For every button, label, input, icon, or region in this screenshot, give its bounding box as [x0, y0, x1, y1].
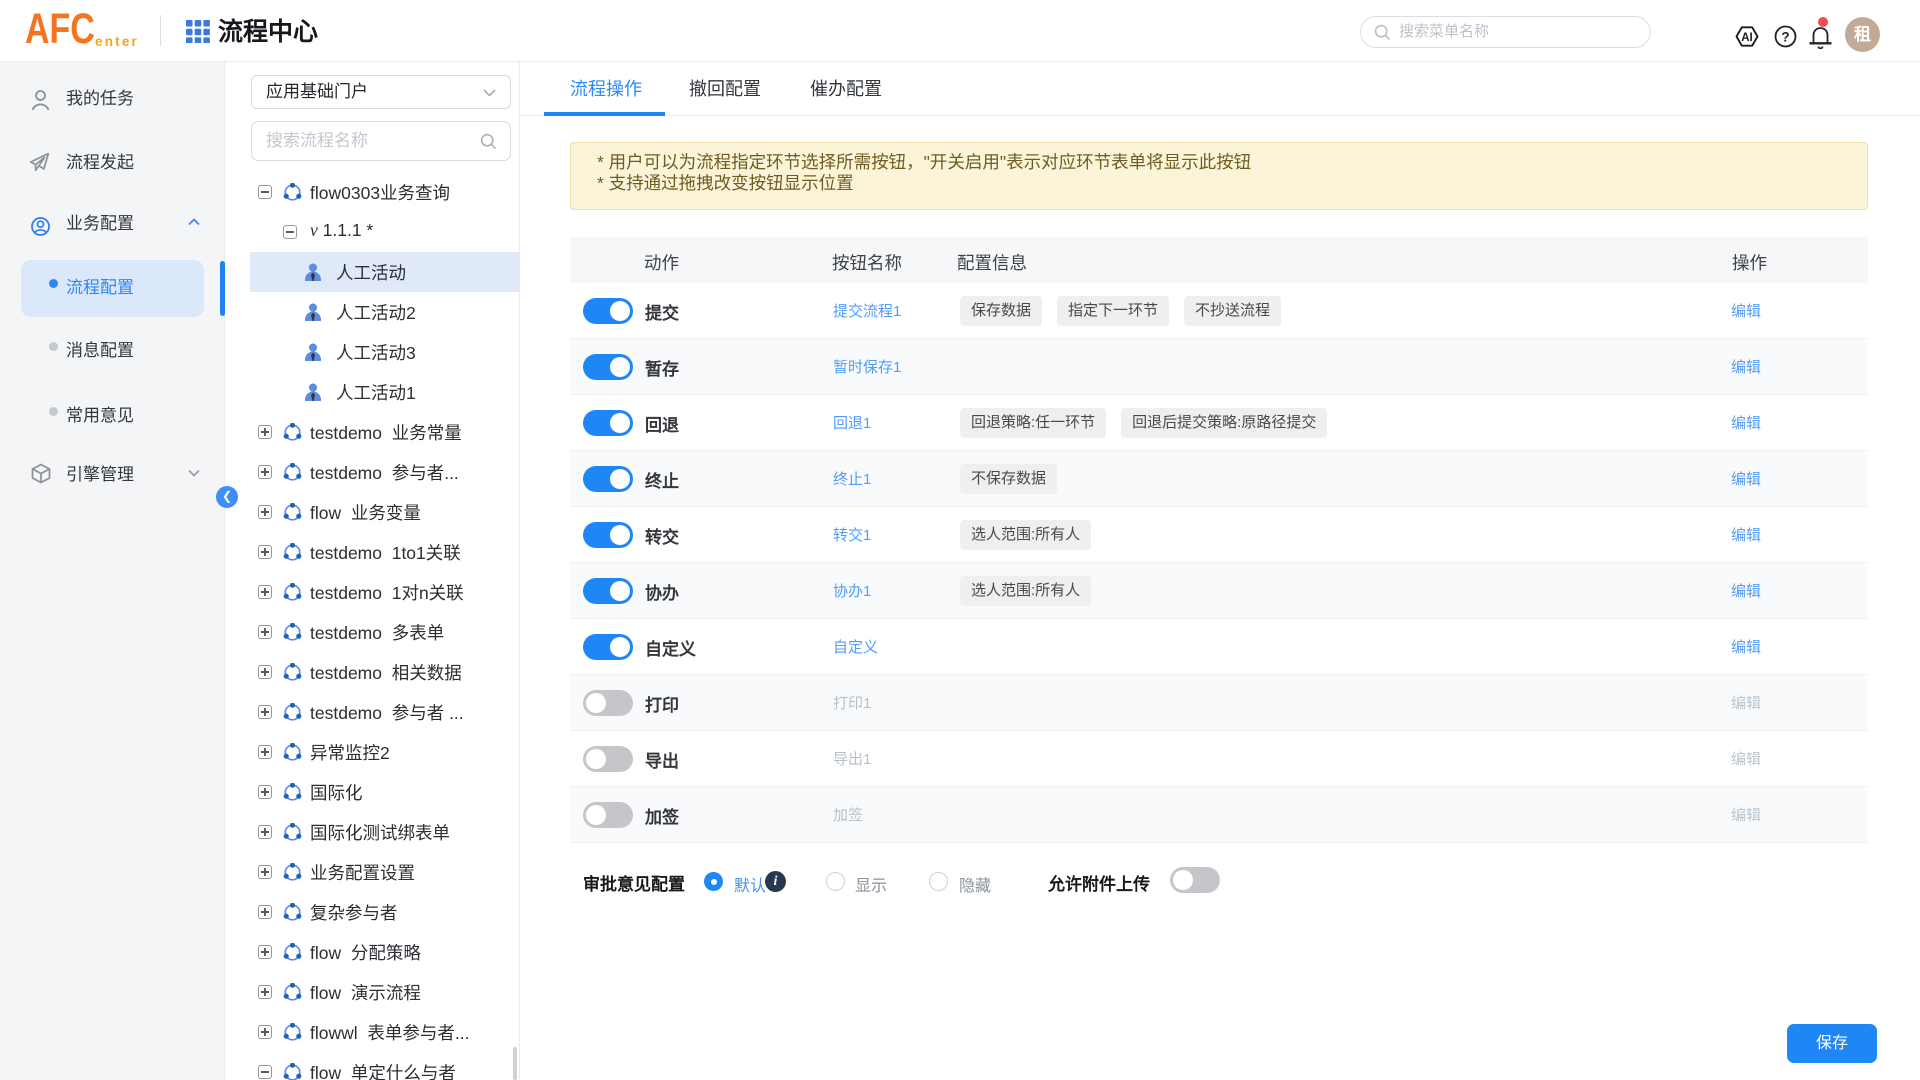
svg-text:?: ?: [1781, 30, 1789, 45]
svg-text:AI: AI: [1741, 32, 1753, 44]
